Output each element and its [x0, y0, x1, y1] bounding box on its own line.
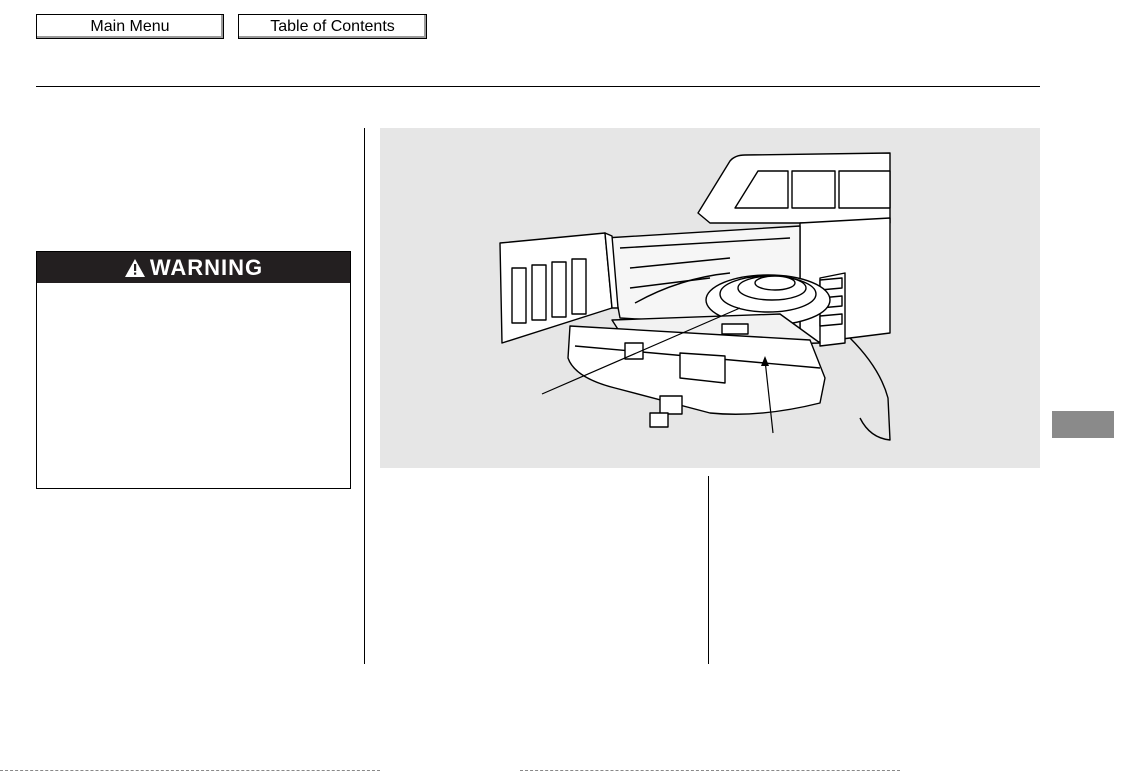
column-divider-left: [364, 128, 365, 664]
page-footer-mark-right: [520, 770, 900, 773]
header-divider: [36, 86, 1040, 87]
section-tab: [1052, 411, 1114, 438]
warning-title: WARNING: [149, 254, 264, 280]
truck-illustration: [499, 152, 891, 441]
warning-triangle-icon: [124, 258, 145, 277]
table-of-contents-button[interactable]: Table of Contents: [238, 14, 427, 39]
page-footer-mark-left: [0, 770, 380, 773]
column-divider-right: [708, 476, 709, 664]
table-of-contents-label: Table of Contents: [270, 17, 395, 35]
truck-bed-figure: [380, 128, 1040, 468]
warning-box: WARNING: [36, 251, 351, 489]
main-menu-label: Main Menu: [90, 17, 170, 35]
main-menu-button[interactable]: Main Menu: [36, 14, 224, 39]
warning-header: WARNING: [37, 252, 350, 283]
